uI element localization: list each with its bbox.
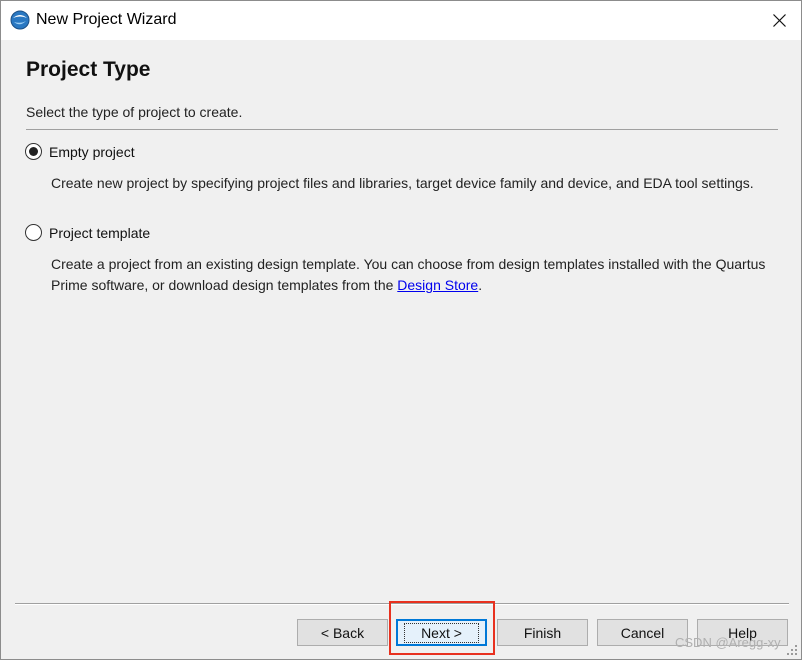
close-icon xyxy=(772,14,786,27)
back-button[interactable]: < Back xyxy=(297,619,388,646)
empty-project-radio-option[interactable]: Empty project xyxy=(25,143,135,160)
page-subtitle: Select the type of project to create. xyxy=(26,104,243,120)
watermark: CSDN @Aregg-xy xyxy=(675,635,781,650)
footer-divider-highlight xyxy=(15,604,789,605)
project-template-radio[interactable] xyxy=(25,224,42,241)
project-template-label: Project template xyxy=(49,224,151,241)
project-template-description: Create a project from an existing design… xyxy=(51,254,781,296)
next-button-label: Next > xyxy=(404,622,479,643)
next-button[interactable]: Next > xyxy=(396,619,487,646)
back-button-label: < Back xyxy=(320,624,365,641)
description-end: . xyxy=(478,277,483,293)
empty-project-radio[interactable] xyxy=(25,143,42,160)
resize-grip-icon[interactable] xyxy=(786,644,798,656)
project-template-radio-option[interactable]: Project template xyxy=(25,224,150,241)
radio-selected-dot xyxy=(29,147,38,156)
design-store-link[interactable]: Design Store xyxy=(397,277,478,293)
empty-project-label: Empty project xyxy=(49,143,135,160)
title-bar: New Project Wizard xyxy=(1,1,801,40)
wizard-window: New Project Wizard Project Type Select t… xyxy=(0,0,802,660)
window-title: New Project Wizard xyxy=(36,11,177,28)
cancel-button-label: Cancel xyxy=(620,624,665,641)
page-title: Project Type xyxy=(26,58,151,81)
close-button[interactable] xyxy=(757,1,801,40)
header-divider xyxy=(26,129,778,130)
empty-project-description: Create new project by specifying project… xyxy=(51,175,754,191)
quartus-logo-icon xyxy=(10,10,30,30)
finish-button[interactable]: Finish xyxy=(497,619,588,646)
finish-button-label: Finish xyxy=(523,624,562,641)
